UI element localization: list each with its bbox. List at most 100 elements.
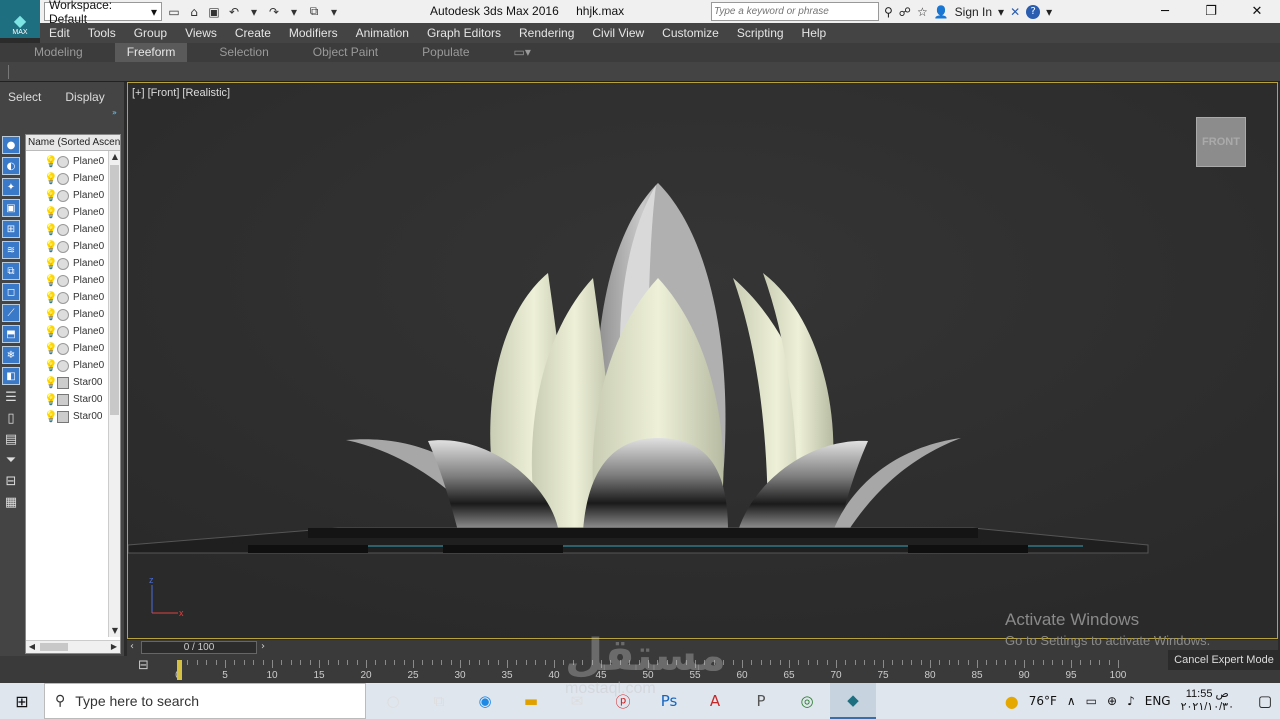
list-item[interactable]: 💡 Plane0 bbox=[44, 357, 104, 374]
vertical-scrollbar[interactable]: ▲ ▼ bbox=[108, 151, 120, 637]
list-item[interactable]: 💡 Star00 bbox=[44, 391, 102, 408]
time-next-icon[interactable]: › bbox=[261, 641, 265, 652]
minimize-icon[interactable]: ─ bbox=[1142, 0, 1188, 23]
autocad-icon[interactable]: A bbox=[692, 683, 738, 719]
light-bulb-icon[interactable]: 💡 bbox=[44, 206, 58, 219]
ribbon-grip-handle[interactable] bbox=[8, 65, 11, 79]
layer-filter-icon[interactable]: ⊟ bbox=[2, 472, 20, 490]
redo-icon[interactable]: ↷ bbox=[266, 4, 282, 20]
display-geometry-icon[interactable]: ● bbox=[2, 136, 20, 154]
time-slider-thumb[interactable]: 0 / 100 bbox=[141, 641, 257, 654]
list-item[interactable]: 💡 Plane0 bbox=[44, 187, 104, 204]
display-bones-icon[interactable]: ⟋ bbox=[2, 304, 20, 322]
display-xrefs-icon[interactable]: ◻ bbox=[2, 283, 20, 301]
light-bulb-icon[interactable]: 💡 bbox=[44, 308, 58, 321]
light-bulb-icon[interactable]: 💡 bbox=[44, 359, 58, 372]
list-item[interactable]: 💡 Star00 bbox=[44, 374, 102, 391]
cortana-icon[interactable]: ○ bbox=[370, 683, 416, 719]
scroll-down-icon[interactable]: ▼ bbox=[109, 625, 120, 637]
project-folder-icon[interactable]: ⧉ bbox=[306, 4, 322, 20]
restore-icon[interactable]: ❐ bbox=[1188, 0, 1234, 23]
menu-animation[interactable]: Animation bbox=[347, 26, 418, 40]
list-item[interactable]: 💡 Plane0 bbox=[44, 289, 104, 306]
list-item[interactable]: 💡 Plane0 bbox=[44, 170, 104, 187]
light-bulb-icon[interactable]: 💡 bbox=[44, 342, 58, 355]
tab-display[interactable]: Display bbox=[57, 90, 112, 106]
show-hidden-icons-icon[interactable]: ∧ bbox=[1067, 694, 1076, 708]
chevron-down-icon[interactable]: ▾ bbox=[998, 5, 1004, 19]
light-bulb-icon[interactable]: 💡 bbox=[44, 257, 58, 270]
menu-edit[interactable]: Edit bbox=[40, 26, 79, 40]
scroll-thumb-horizontal[interactable] bbox=[40, 643, 68, 651]
display-frozen-icon[interactable]: ❄ bbox=[2, 346, 20, 364]
user-icon[interactable]: 👤 bbox=[934, 5, 949, 19]
display-none-icon[interactable]: ▯ bbox=[2, 409, 20, 427]
menu-views[interactable]: Views bbox=[176, 26, 226, 40]
light-bulb-icon[interactable]: 💡 bbox=[44, 189, 58, 202]
light-bulb-icon[interactable]: 💡 bbox=[44, 240, 58, 253]
invert-display-icon[interactable]: ▤ bbox=[2, 430, 20, 448]
front-viewport[interactable]: z x [+] [Front] [Realistic] FRONT bbox=[127, 82, 1278, 639]
light-bulb-icon[interactable]: 💡 bbox=[44, 291, 58, 304]
ribbon-tab-modeling[interactable]: Modeling bbox=[22, 43, 95, 62]
scroll-up-icon[interactable]: ▲ bbox=[109, 151, 120, 163]
scroll-thumb[interactable] bbox=[110, 165, 119, 415]
display-cameras-icon[interactable]: ▣ bbox=[2, 199, 20, 217]
new-file-icon[interactable]: ▭ bbox=[166, 4, 182, 20]
sign-in-link[interactable]: Sign In bbox=[955, 5, 992, 19]
exchange-icon[interactable]: ✕ bbox=[1010, 5, 1020, 19]
viewport-label[interactable]: [+] [Front] [Realistic] bbox=[132, 87, 230, 99]
light-bulb-icon[interactable]: 💡 bbox=[44, 410, 58, 423]
ribbon-options-icon[interactable]: ▭▾ bbox=[502, 43, 543, 62]
chrome-icon[interactable]: ◎ bbox=[784, 683, 830, 719]
curve-editor-icon[interactable]: ⊟ bbox=[138, 658, 158, 678]
keyword-search-input[interactable] bbox=[714, 6, 874, 17]
help-dropdown-icon[interactable]: ▾ bbox=[1046, 5, 1052, 19]
keyword-search[interactable] bbox=[711, 2, 879, 21]
light-bulb-icon[interactable]: 💡 bbox=[44, 155, 58, 168]
cancel-expert-mode-button[interactable]: Cancel Expert Mode bbox=[1168, 650, 1280, 670]
display-spacewarps-icon[interactable]: ≋ bbox=[2, 241, 20, 259]
menu-civil-view[interactable]: Civil View bbox=[583, 26, 653, 40]
display-all-icon[interactable]: ☰ bbox=[2, 388, 20, 406]
clock[interactable]: 11:55 ص ٢٠٢١/١٠/٣٠ bbox=[1181, 688, 1234, 714]
display-hidden-icon[interactable]: ◧ bbox=[2, 367, 20, 385]
sort-icon[interactable]: ▦ bbox=[2, 493, 20, 511]
powerpoint-icon[interactable]: P bbox=[738, 683, 784, 719]
file-explorer-icon[interactable]: ▬ bbox=[508, 683, 554, 719]
workspace-dropdown[interactable]: Workspace: Default ▾ bbox=[44, 0, 162, 26]
light-bulb-icon[interactable]: 💡 bbox=[44, 172, 58, 185]
ribbon-tab-freeform[interactable]: Freeform bbox=[114, 43, 188, 62]
weather-sun-icon[interactable]: ● bbox=[1005, 692, 1019, 711]
menu-customize[interactable]: Customize bbox=[653, 26, 728, 40]
notification-center-icon[interactable]: ▢ bbox=[1250, 692, 1280, 710]
menu-group[interactable]: Group bbox=[125, 26, 176, 40]
ribbon-tab-selection[interactable]: Selection bbox=[207, 43, 280, 62]
ribbon-tab-populate[interactable]: Populate bbox=[410, 43, 481, 62]
display-containers-icon[interactable]: ⬒ bbox=[2, 325, 20, 343]
menu-create[interactable]: Create bbox=[226, 26, 280, 40]
list-item[interactable]: 💡 Plane0 bbox=[44, 306, 104, 323]
3ds-max-taskbar-icon[interactable]: ◆ bbox=[830, 683, 876, 719]
list-item[interactable]: 💡 Plane0 bbox=[44, 323, 104, 340]
menu-scripting[interactable]: Scripting bbox=[728, 26, 793, 40]
display-groups-icon[interactable]: ⧉ bbox=[2, 262, 20, 280]
expand-arrow-icon[interactable]: » bbox=[112, 108, 117, 117]
list-item[interactable]: 💡 Plane0 bbox=[44, 153, 104, 170]
list-item[interactable]: 💡 Plane0 bbox=[44, 204, 104, 221]
display-helpers-icon[interactable]: ⊞ bbox=[2, 220, 20, 238]
favorites-star-icon[interactable]: ☆ bbox=[917, 5, 928, 19]
weather-temp[interactable]: 76°F bbox=[1029, 694, 1057, 708]
menu-modifiers[interactable]: Modifiers bbox=[280, 26, 347, 40]
undo-icon[interactable]: ↶ bbox=[226, 4, 242, 20]
ribbon-tab-object-paint[interactable]: Object Paint bbox=[301, 43, 390, 62]
subscription-icon[interactable]: ☍ bbox=[899, 5, 911, 19]
app-logo-button[interactable]: ◆ MAX bbox=[0, 0, 40, 38]
display-shapes-icon[interactable]: ◐ bbox=[2, 157, 20, 175]
menu-tools[interactable]: Tools bbox=[79, 26, 125, 40]
save-icon[interactable]: ▣ bbox=[206, 4, 222, 20]
battery-icon[interactable]: ▭ bbox=[1086, 694, 1097, 708]
language-indicator[interactable]: ENG bbox=[1145, 694, 1171, 708]
list-item[interactable]: 💡 Plane0 bbox=[44, 255, 104, 272]
edge-browser-icon[interactable]: ◉ bbox=[462, 683, 508, 719]
